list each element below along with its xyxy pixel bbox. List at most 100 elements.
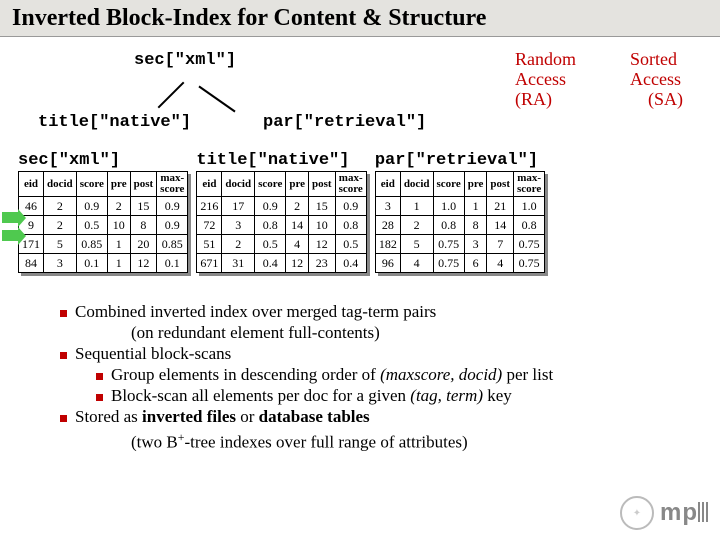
sorted-access-label: SortedAccess (SA) <box>630 49 710 109</box>
table-row: 4620.92150.9 <box>19 197 188 216</box>
tree-root-label: sec["xml"] <box>134 51 236 70</box>
table-cell: 5 <box>44 235 77 254</box>
table-cell: 0.4 <box>335 254 366 273</box>
table-cell: 2 <box>107 197 130 216</box>
column-header: post <box>487 172 514 197</box>
table-cell: 1.0 <box>433 197 464 216</box>
table-cell: 12 <box>309 235 336 254</box>
index-table: sec["xml"]eiddocidscoreprepostmax-score4… <box>18 151 188 273</box>
table-cell: 2 <box>222 235 255 254</box>
table-cell: 3 <box>464 235 487 254</box>
column-header: pre <box>286 172 309 197</box>
table-header-label: sec["xml"] <box>18 151 188 170</box>
table-cell: 0.5 <box>255 235 286 254</box>
table-cell: 12 <box>286 254 309 273</box>
table-cell: 2 <box>400 216 433 235</box>
table-cell: 0.75 <box>513 235 544 254</box>
table-cell: 4 <box>400 254 433 273</box>
index-table: title["native"] eiddocidscoreprepostmax-s… <box>196 151 366 273</box>
mpg-seal-icon: ✦ <box>620 496 654 530</box>
table-row: 18250.75370.75 <box>375 235 544 254</box>
table-cell: 0.8 <box>513 216 544 235</box>
table-cell: 20 <box>130 235 157 254</box>
table-cell: 15 <box>130 197 157 216</box>
table-cell: 0.8 <box>433 216 464 235</box>
column-header: eid <box>375 172 400 197</box>
table-cell: 0.9 <box>157 216 188 235</box>
table-cell: 0.1 <box>76 254 107 273</box>
table-cell: 0.75 <box>433 254 464 273</box>
table-cell: 0.75 <box>433 235 464 254</box>
table-cell: 3 <box>222 216 255 235</box>
column-header: max-score <box>335 172 366 197</box>
table-cell: 0.5 <box>76 216 107 235</box>
table-header-label: par["retrieval"] <box>375 151 545 170</box>
tree-left-label: title["native"] <box>38 113 191 132</box>
table-cell: 21 <box>487 197 514 216</box>
table-cell: 7 <box>487 235 514 254</box>
table-cell: 6 <box>464 254 487 273</box>
mpii-logo: mp <box>660 499 708 527</box>
column-header: post <box>309 172 336 197</box>
table-cell: 1 <box>107 254 130 273</box>
table-cell: 0.1 <box>157 254 188 273</box>
notes-item: Block-scan all elements per doc for a gi… <box>60 385 680 406</box>
index-table: par["retrieval"]eiddocidscoreprepostmax-… <box>375 151 545 273</box>
column-header: max-score <box>157 172 188 197</box>
cursor-arrow-icon <box>2 230 18 241</box>
table-cell: 72 <box>197 216 222 235</box>
page-title: Inverted Block-Index for Content & Struc… <box>0 0 720 37</box>
column-header: max-score <box>513 172 544 197</box>
table-cell: 0.5 <box>335 235 366 254</box>
column-header: score <box>433 172 464 197</box>
table-cell: 2 <box>44 216 77 235</box>
table-cell: 14 <box>286 216 309 235</box>
notes-item: Stored as inverted files or database tab… <box>60 406 680 427</box>
table-cell: 182 <box>375 235 400 254</box>
column-header: eid <box>19 172 44 197</box>
table-cell: 14 <box>487 216 514 235</box>
table-cell: 8 <box>464 216 487 235</box>
table-cell: 1 <box>464 197 487 216</box>
table-cell: 28 <box>375 216 400 235</box>
table-row: 7230.814100.8 <box>197 216 366 235</box>
column-header: docid <box>400 172 433 197</box>
table-cell: 15 <box>309 197 336 216</box>
table-cell: 8 <box>130 216 157 235</box>
table-cell: 1 <box>107 235 130 254</box>
table-cell: 216 <box>197 197 222 216</box>
column-header: docid <box>44 172 77 197</box>
table-cell: 0.8 <box>335 216 366 235</box>
column-header: score <box>76 172 107 197</box>
table-cell: 5 <box>400 235 433 254</box>
notes-item: Sequential block-scans <box>60 343 680 364</box>
tree-right-label: par["retrieval"] <box>263 113 426 132</box>
column-header: docid <box>222 172 255 197</box>
table-cell: 17 <box>222 197 255 216</box>
table-cell: 4 <box>286 235 309 254</box>
table-row: 311.01211.0 <box>375 197 544 216</box>
table-cell: 0.75 <box>513 254 544 273</box>
table-cell: 96 <box>375 254 400 273</box>
random-access-label: RandomAccess(RA) <box>515 49 605 109</box>
column-header: score <box>255 172 286 197</box>
column-header: post <box>130 172 157 197</box>
table-row: 920.51080.9 <box>19 216 188 235</box>
table-cell: 12 <box>130 254 157 273</box>
table-cell: 0.9 <box>335 197 366 216</box>
cursor-arrow-icon <box>2 212 18 223</box>
query-tree: sec["xml"] title["native"] par["retrieva… <box>0 51 720 151</box>
table-cell: 1 <box>400 197 433 216</box>
table-cell: 1.0 <box>513 197 544 216</box>
column-header: eid <box>197 172 222 197</box>
table-cell: 0.85 <box>76 235 107 254</box>
table-cell: 3 <box>375 197 400 216</box>
table-cell: 51 <box>197 235 222 254</box>
table-row: 9640.75640.75 <box>375 254 544 273</box>
table-header-label: title["native"] <box>196 151 366 170</box>
table-cell: 0.9 <box>255 197 286 216</box>
table-cell: 10 <box>107 216 130 235</box>
table-row: 5120.54120.5 <box>197 235 366 254</box>
notes-item: (two B+-tree indexes over full range of … <box>60 427 680 453</box>
table-cell: 0.9 <box>157 197 188 216</box>
